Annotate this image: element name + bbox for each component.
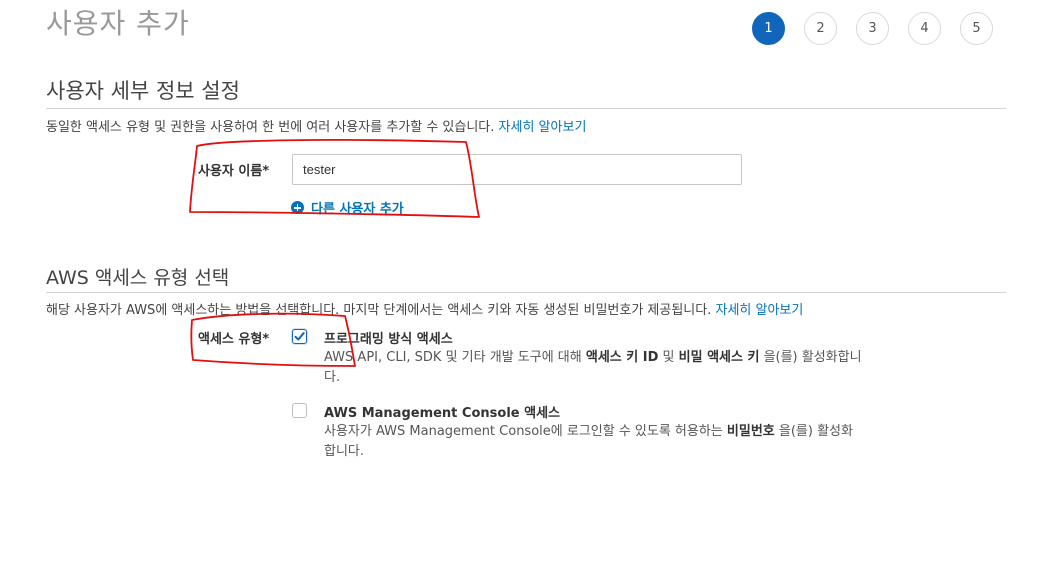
- username-label: 사용자 이름*: [198, 164, 270, 179]
- user-details-description-text: 동일한 액세스 유형 및 권한을 사용하여 한 번에 여러 사용자를 추가할 수…: [46, 120, 495, 135]
- add-another-user-button[interactable]: 다른 사용자 추가: [291, 198, 404, 217]
- step-2[interactable]: 2: [804, 12, 837, 45]
- divider: [46, 108, 1006, 109]
- username-input[interactable]: [292, 154, 742, 185]
- console-access-checkbox[interactable]: [292, 403, 307, 418]
- access-type-title: AWS 액세스 유형 선택: [46, 267, 230, 289]
- step-5[interactable]: 5: [960, 12, 993, 45]
- learn-more-link[interactable]: 자세히 알아보기: [499, 120, 587, 135]
- learn-more-link[interactable]: 자세히 알아보기: [716, 303, 804, 318]
- check-icon: [294, 332, 305, 341]
- plus-circle-icon: [291, 201, 304, 214]
- step-4[interactable]: 4: [908, 12, 941, 45]
- console-access-title: AWS Management Console 액세스: [324, 406, 560, 421]
- access-type-label: 액세스 유형*: [198, 332, 270, 347]
- desc-text: 사용자가 AWS Management Console에 로그인할 수 있도록 …: [324, 424, 727, 439]
- access-type-description-text: 해당 사용자가 AWS에 액세스하는 방법을 선택합니다. 마지막 단계에서는 …: [46, 303, 712, 318]
- console-access-description: 사용자가 AWS Management Console에 로그인할 수 있도록 …: [324, 422, 864, 462]
- programmatic-access-checkbox[interactable]: [292, 329, 307, 344]
- programmatic-access-description: AWS API, CLI, SDK 및 기타 개발 도구에 대해 액세스 키 I…: [324, 348, 869, 388]
- desc-bold: 비밀번호: [726, 424, 775, 439]
- page-title: 사용자 추가: [46, 7, 190, 40]
- access-type-description: 해당 사용자가 AWS에 액세스하는 방법을 선택합니다. 마지막 단계에서는 …: [46, 299, 803, 318]
- divider: [46, 292, 1006, 293]
- desc-text: 및: [658, 350, 679, 365]
- wizard-steps: 1 2 3 4 5: [752, 12, 1012, 45]
- step-3[interactable]: 3: [856, 12, 889, 45]
- user-details-description: 동일한 액세스 유형 및 권한을 사용하여 한 번에 여러 사용자를 추가할 수…: [46, 116, 586, 135]
- desc-text: AWS API, CLI, SDK 및 기타 개발 도구에 대해: [324, 350, 586, 365]
- step-1[interactable]: 1: [752, 12, 785, 45]
- desc-bold: 비밀 액세스 키: [678, 350, 760, 365]
- desc-bold: 액세스 키 ID: [585, 350, 659, 365]
- user-details-title: 사용자 세부 정보 설정: [46, 79, 240, 103]
- add-another-user-label: 다른 사용자 추가: [311, 202, 404, 217]
- programmatic-access-title: 프로그래밍 방식 액세스: [324, 332, 453, 347]
